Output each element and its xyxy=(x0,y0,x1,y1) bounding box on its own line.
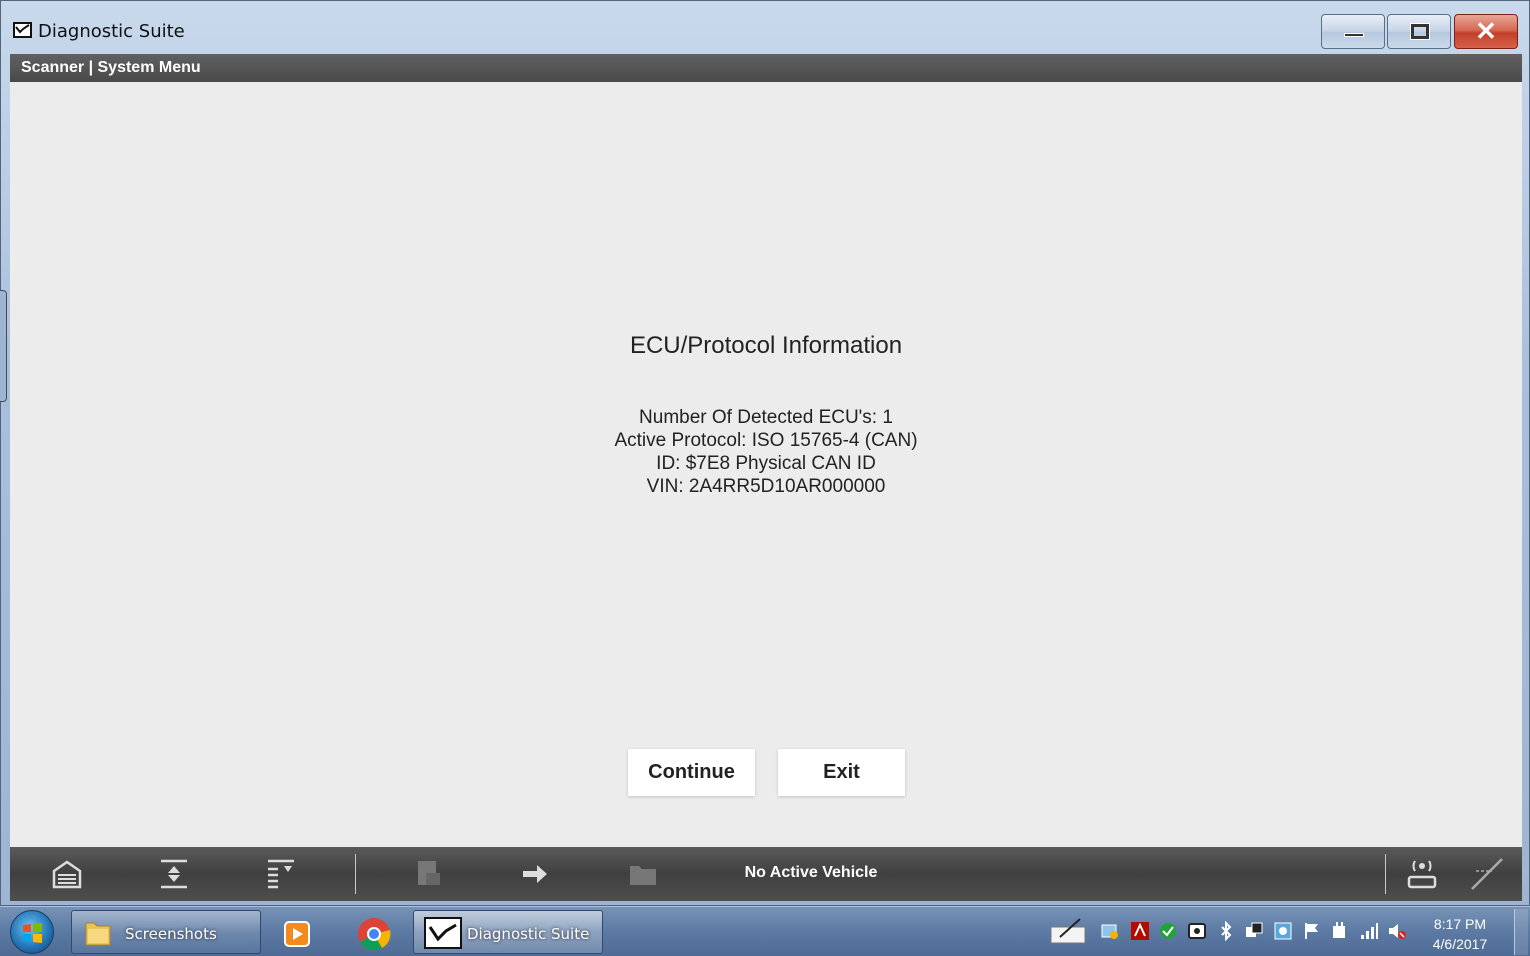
windows-logo-icon xyxy=(23,923,42,943)
exit-button[interactable]: Exit xyxy=(778,749,905,796)
toolbar-divider xyxy=(355,854,356,894)
connection-icon[interactable] xyxy=(1405,857,1439,891)
folder-icon xyxy=(85,922,111,946)
info-block: Number Of Detected ECU's: 1 Active Proto… xyxy=(10,406,1522,498)
chrome-icon xyxy=(358,918,391,951)
network-share-icon[interactable] xyxy=(1100,921,1120,941)
system-clock[interactable]: 8:17 PM 4/6/2017 xyxy=(1420,914,1500,954)
transfer-icon[interactable] xyxy=(519,857,553,891)
taskbar-item-screenshots[interactable]: Screenshots xyxy=(71,910,261,954)
window-title: Diagnostic Suite xyxy=(38,21,185,42)
pdf-icon[interactable] xyxy=(1130,921,1150,941)
maximize-button[interactable] xyxy=(1387,14,1451,49)
close-button[interactable]: ✕ xyxy=(1454,14,1518,49)
app-window: Diagnostic Suite ✕ Scanner | System Menu… xyxy=(0,0,1530,906)
folder-icon xyxy=(626,857,660,891)
vin-text: VIN: 2A4RR5D10AR000000 xyxy=(646,476,886,497)
device-icon[interactable] xyxy=(1187,921,1207,941)
taskbar-item-label: Screenshots xyxy=(125,925,217,943)
action-center-flag-icon[interactable] xyxy=(1302,921,1322,941)
expand-icon[interactable] xyxy=(157,857,191,891)
clock-time: 8:17 PM xyxy=(1433,916,1487,932)
taskbar-item-label: Diagnostic Suite xyxy=(467,925,590,943)
start-button[interactable] xyxy=(10,910,54,954)
pen-input-icon[interactable] xyxy=(1050,917,1086,945)
vehicle-status: No Active Vehicle xyxy=(744,864,878,881)
toolbar-divider xyxy=(1385,854,1386,894)
wifi-signal-icon[interactable] xyxy=(1359,921,1379,941)
page-title: ECU/Protocol Information xyxy=(629,332,903,359)
bluetooth-icon[interactable] xyxy=(1216,920,1236,942)
home-icon[interactable] xyxy=(50,857,84,891)
clock-date: 4/6/2017 xyxy=(1432,936,1488,952)
maximize-icon xyxy=(1410,23,1430,40)
main-content: ECU/Protocol Information Number Of Detec… xyxy=(10,82,1522,847)
list-icon[interactable] xyxy=(264,857,298,891)
side-panel-handle[interactable] xyxy=(0,290,7,402)
power-icon[interactable] xyxy=(1330,921,1350,941)
settings-icon[interactable] xyxy=(1273,921,1293,941)
show-desktop-button[interactable] xyxy=(1514,909,1528,955)
report-icon xyxy=(412,857,446,891)
volume-muted-icon[interactable] xyxy=(1387,921,1407,941)
diagnostic-suite-icon xyxy=(424,917,462,949)
display-icon[interactable] xyxy=(1244,921,1264,941)
taskbar-item-media[interactable] xyxy=(264,910,328,954)
continue-button[interactable]: Continue xyxy=(628,749,755,796)
protocol-text: Active Protocol: ISO 15765-4 (CAN) xyxy=(614,430,918,451)
breadcrumb: Scanner | System Menu xyxy=(10,54,1522,82)
taskbar-item-chrome[interactable] xyxy=(341,910,407,954)
minimize-button[interactable] xyxy=(1321,14,1385,49)
minimize-icon xyxy=(1344,33,1364,37)
taskbar-item-diagnostic-suite[interactable]: Diagnostic Suite xyxy=(413,910,603,954)
breadcrumb-label: Scanner | System Menu xyxy=(21,59,201,76)
close-icon: ✕ xyxy=(1475,16,1497,46)
media-player-icon xyxy=(284,921,310,947)
bottom-toolbar: No Active Vehicle xyxy=(10,847,1522,901)
taskbar: Screenshots Diagnostic Suite 8:17 PM 4/6… xyxy=(0,906,1530,956)
app-icon xyxy=(13,22,32,38)
signal-icon[interactable] xyxy=(1470,857,1504,891)
sync-icon[interactable] xyxy=(1158,921,1178,941)
can-id-text: ID: $7E8 Physical CAN ID xyxy=(656,453,876,474)
title-bar[interactable]: Diagnostic Suite ✕ xyxy=(1,1,1529,53)
ecu-count-text: Number Of Detected ECU's: 1 xyxy=(639,407,893,428)
